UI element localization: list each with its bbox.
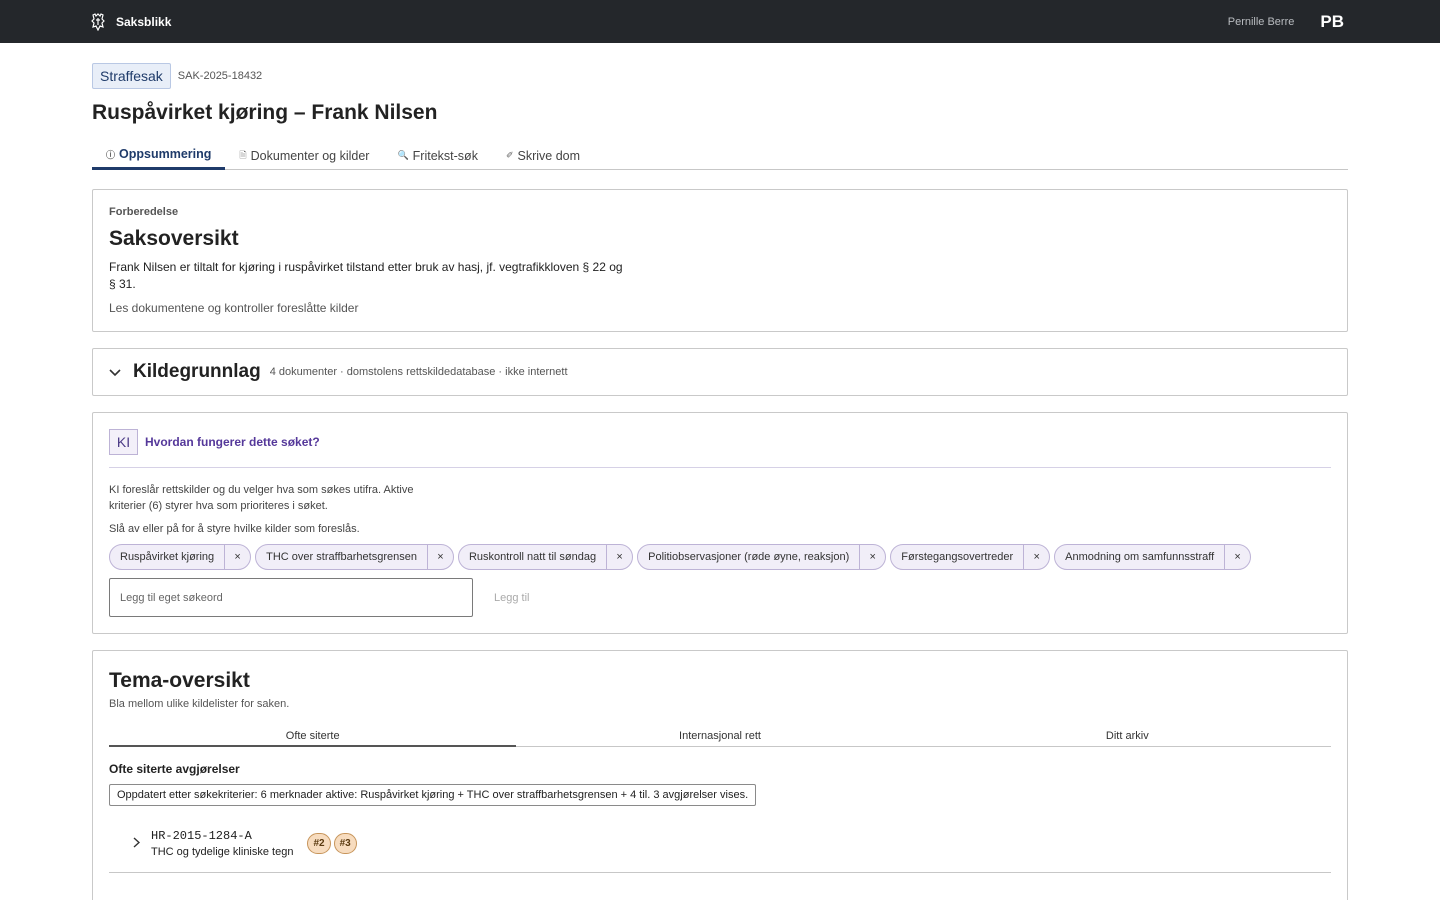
case-overview-card: Forberedelse Saksoversikt Frank Nilsen e… [92,189,1348,332]
chip-label: Førstegangsovertreder [901,551,1014,563]
keyword-input[interactable] [109,578,473,617]
chip-label: THC over straffbarhetsgrensen [266,551,417,563]
tab-fritekst-sok[interactable]: 🔍 Fritekst-søk [383,141,492,170]
tab-internasjonal-rett[interactable]: Internasjonal rett [516,730,923,746]
tab-label: Oppsummering [119,147,212,161]
chevron-down-icon [109,364,125,380]
remove-chip-button[interactable]: × [426,545,453,569]
chip-label: Ruspåvirket kjøring [120,551,215,563]
decision-row[interactable]: HR-2015-1284-A THC og tydelige kliniske … [109,829,1331,873]
decision-title: THC og tydelige kliniske tegn [151,846,294,858]
criteria-chip[interactable]: Anmodning om samfunnsstraff × [1054,544,1252,570]
ki-badge: KI [109,429,138,455]
tab-label: Fritekst-søk [412,148,478,163]
tab-dokumenter[interactable]: 🗎 Dokumenter og kilder [225,141,383,170]
how-search-works-link[interactable]: Hvordan fungerer dette søket? [145,435,320,449]
ki-header: KI Hvordan fungerer dette søket? [109,429,1331,468]
ki-search-card: KI Hvordan fungerer dette søket? KI fore… [92,412,1348,634]
criteria-chip[interactable]: THC over straffbarhetsgrensen × [255,544,454,570]
remove-chip-button[interactable]: × [606,545,632,569]
user-name: Pernille Berre [1227,15,1295,28]
main-content: Straffesak SAK-2025-18432 Ruspåvirket kj… [0,43,1440,900]
criteria-chips: Ruspåvirket kjøring × THC over straffbar… [109,544,1331,570]
tab-ditt-arkiv[interactable]: Ditt arkiv [924,730,1331,746]
criteria-chip[interactable]: Politiobservasjoner (røde øyne, reaksjon… [637,544,887,570]
sources-title: Kildegrunnlag [133,361,261,382]
section-heading: Ofte siterte avgjørelser [109,762,240,776]
remove-chip-button[interactable]: × [1023,545,1049,569]
tab-oppsummering[interactable]: ⓘ Oppsummering [92,141,226,170]
pen-icon: ✐ [505,150,514,160]
ki-instruction: Slå av eller på for å styre hvilke kilde… [109,523,360,535]
chip-label: Ruskontroll natt til søndag [468,551,597,563]
case-id: SAK-2025-18432 [177,70,263,82]
criteria-chip[interactable]: Ruspåvirket kjøring × [109,544,252,570]
remove-chip-button[interactable]: × [1224,545,1250,569]
criteria-chip[interactable]: Ruskontroll natt til søndag × [457,544,634,570]
tab-label: Dokumenter og kilder [250,148,370,163]
case-summary: Frank Nilsen er tiltalt for kjøring i ru… [109,260,623,291]
user-menu[interactable]: Pernille Berre PB [1228,12,1344,32]
overline: Forberedelse [109,206,179,218]
decision-info: HR-2015-1284-A THC og tydelige kliniske … [151,829,293,858]
app-name: Saksblikk [116,14,172,29]
chevron-right-icon[interactable] [133,836,151,851]
page-title: Ruspåvirket kjøring – Frank Nilsen [92,101,438,124]
coat-of-arms-icon [91,12,105,31]
remove-chip-button[interactable]: × [859,545,885,569]
avatar[interactable]: PB [1320,12,1344,32]
overview-title: Saksoversikt [109,227,239,250]
sources-section-toggle[interactable]: Kildegrunnlag 4 dokumenter · domstolens … [92,348,1348,396]
theme-title: Tema-oversikt [109,669,250,692]
add-keyword-button[interactable]: Legg til [494,592,529,604]
brand[interactable]: Saksblikk [90,12,172,31]
remove-chip-button[interactable]: × [224,545,250,569]
case-meta: Straffesak SAK-2025-18432 [92,63,1348,89]
decision-reference: HR-2015-1284-A [151,829,252,843]
sources-meta: 4 dokumenter · domstolens rettskildedata… [269,366,568,378]
top-bar: Saksblikk Pernille Berre PB [0,0,1440,43]
criterion-tag: #3 [333,833,357,854]
tab-skrive-dom[interactable]: ✐ Skrive dom [492,141,594,170]
criterion-tag: #2 [307,833,331,854]
decision-tags: #2 #3 [307,833,357,854]
source-list-tabs: Ofte siterte Internasjonal rett Ditt ark… [109,730,1331,747]
case-tabs: ⓘ Oppsummering 🗎 Dokumenter og kilder 🔍 … [92,141,1348,170]
overview-instruction: Les dokumentene og kontroller foreslåtte… [109,301,359,315]
theme-subtitle: Bla mellom ulike kildelister for saken. [109,698,290,710]
search-icon: 🔍 [397,150,409,160]
chip-label: Anmodning om samfunnsstraff [1065,551,1215,563]
ki-description: KI foreslår rettskilder og du velger hva… [109,484,414,512]
info-icon: ⓘ [106,149,116,160]
document-icon: 🗎 [239,149,247,160]
case-type-badge: Straffesak [92,63,171,89]
theme-overview-card: Tema-oversikt Bla mellom ulike kildelist… [92,650,1348,900]
chip-label: Politiobservasjoner (røde øyne, reaksjon… [648,551,850,563]
tab-ofte-siterte[interactable]: Ofte siterte [109,730,517,747]
add-keyword-row: Legg til [109,578,1331,617]
tab-label: Skrive dom [517,148,581,163]
criteria-chip[interactable]: Førstegangsovertreder × [890,544,1051,570]
update-note: Oppdatert etter søkekriterier: 6 merknad… [109,784,757,806]
